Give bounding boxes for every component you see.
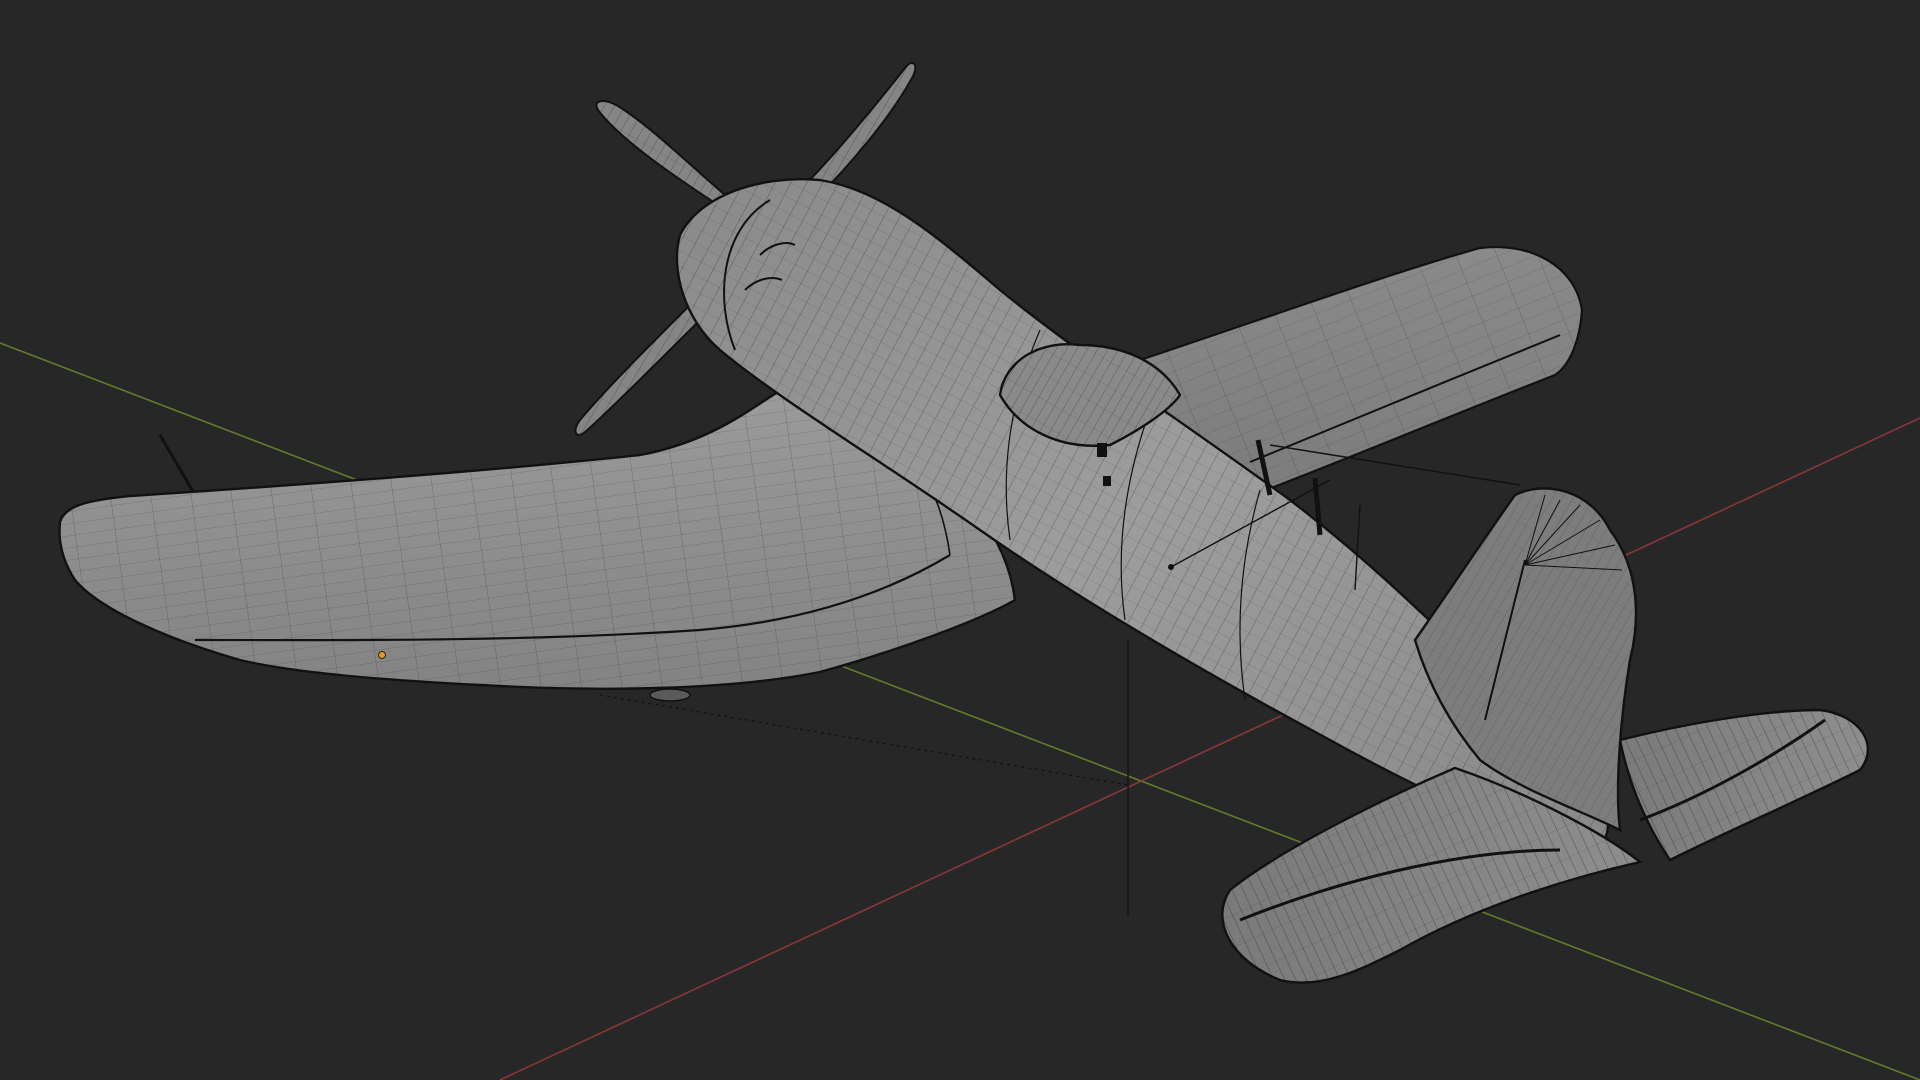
headrest-lower [1103,476,1111,486]
headrest [1097,443,1107,457]
3d-viewport[interactable] [0,0,1920,1080]
object-origin-marker[interactable] [378,651,386,659]
viewport-canvas[interactable] [0,0,1920,1080]
parent-relation-line [599,694,1129,786]
landing-gear-wheel [649,688,691,702]
propeller-blade-top-left-mesh [596,101,725,205]
antenna-mast [158,434,200,501]
propeller-blade-bottom-left-mesh [575,305,700,435]
